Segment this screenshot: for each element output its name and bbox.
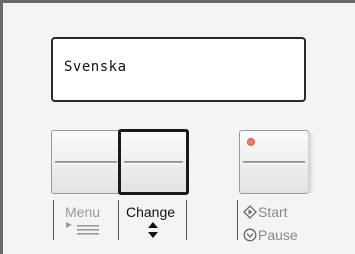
display-text: Svenska <box>64 59 127 75</box>
pause-label: Pause <box>258 227 298 243</box>
control-panel: Svenska Menu Change Start Pause <box>0 0 355 254</box>
separator-line <box>186 200 187 240</box>
separator-line <box>118 200 119 240</box>
start-diamond-icon <box>243 205 257 219</box>
change-label: Change <box>126 204 176 220</box>
pause-circle-icon <box>243 228 257 242</box>
separator-line <box>237 200 238 240</box>
menu-list-icon <box>66 222 99 235</box>
separator-line <box>53 200 54 240</box>
status-led-indicator <box>247 138 255 146</box>
up-down-arrows-icon <box>148 222 158 238</box>
key-groove <box>55 161 117 164</box>
menu-button[interactable] <box>51 130 121 194</box>
change-button[interactable] <box>118 129 189 195</box>
start-label: Start <box>258 204 288 220</box>
key-groove <box>124 161 183 164</box>
lcd-display: Svenska <box>51 37 306 102</box>
start-pause-button[interactable] <box>239 130 314 194</box>
panel-frame-left <box>0 0 3 254</box>
panel-frame-top <box>0 0 355 3</box>
menu-label: Menu <box>65 204 101 220</box>
key-groove <box>243 161 305 164</box>
key-shadow <box>308 133 314 193</box>
